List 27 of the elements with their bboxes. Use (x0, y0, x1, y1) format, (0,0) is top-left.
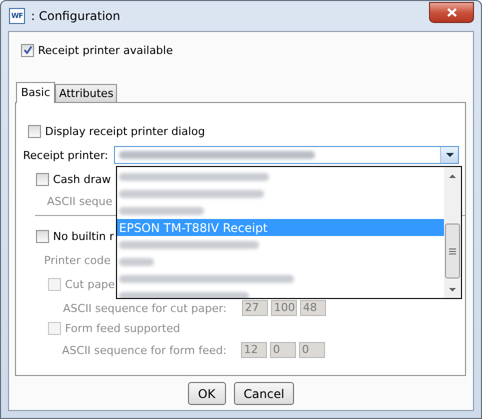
blurred-text (119, 258, 154, 266)
field-label: ASCII seque (47, 194, 112, 208)
field-label: Receipt printer: (23, 148, 108, 162)
close-button[interactable] (429, 2, 474, 23)
checkbox-label: No builtin r (53, 230, 114, 242)
scrollbar[interactable] (444, 167, 461, 298)
dropdown-arrow-icon (446, 153, 454, 157)
checkbox[interactable] (36, 172, 49, 186)
checkbox-label: Display receipt printer dialog (45, 124, 205, 138)
field-label: Printer code (44, 254, 111, 266)
field-label: ASCII sequence for cut paper: (63, 302, 228, 314)
tab[interactable]: Attributes (55, 84, 118, 102)
checkbox-label: Receipt printer available (38, 44, 173, 56)
checkbox-label: Cut pape (65, 278, 115, 290)
checkbox-label: Form feed supported (65, 322, 180, 334)
checkbox-label: Cash draw (53, 172, 111, 186)
tab[interactable]: Basic (16, 82, 56, 103)
checkbox[interactable] (28, 124, 41, 138)
checkbox[interactable] (36, 230, 49, 242)
window-title: : Configuration (31, 9, 120, 23)
dropdown-item[interactable]: EPSON TM-T88IV Receipt (117, 219, 444, 236)
dialog-button[interactable]: OK (188, 382, 226, 405)
checkbox[interactable] (21, 44, 34, 56)
printer-combobox[interactable] (114, 146, 460, 164)
dialog-button[interactable]: Cancel (234, 382, 294, 405)
close-icon (446, 8, 456, 17)
field-label: ASCII sequence for form feed: (62, 344, 228, 356)
